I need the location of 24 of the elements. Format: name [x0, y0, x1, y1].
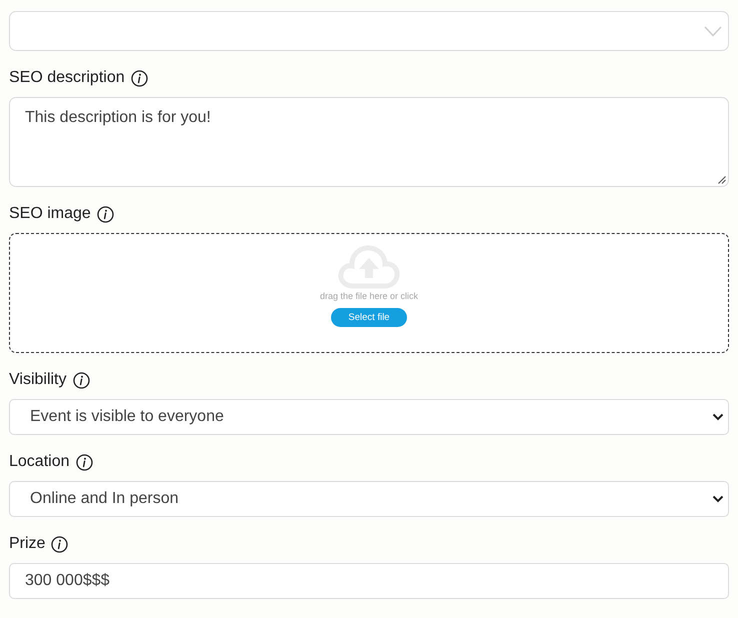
info-icon[interactable] [76, 454, 92, 470]
chevron-down-icon [704, 26, 722, 36]
field-value: 300 000$$$ [25, 571, 110, 591]
resize-handle-icon[interactable] [718, 176, 726, 184]
chevron-down-icon [712, 413, 724, 421]
field-label: Visibility [9, 370, 66, 390]
select-field[interactable]: Event is visible to everyone [9, 399, 729, 435]
prize-field[interactable]: 300 000$$$ [9, 563, 729, 599]
field-label: Location [9, 452, 70, 472]
description-field[interactable]: This description is for you! [9, 97, 729, 187]
field-value: This description is for you! [25, 109, 211, 126]
dropdown-field[interactable] [9, 11, 729, 51]
info-icon[interactable] [72, 372, 90, 388]
field-label: SEO description [9, 68, 125, 88]
chevron-down-icon [712, 495, 724, 503]
upload-hint: drag the file here or click [320, 290, 418, 302]
select-field[interactable]: Online and In person [9, 481, 729, 517]
field-label: Prize [9, 534, 46, 554]
info-icon[interactable] [130, 70, 148, 86]
field-label: SEO image [9, 204, 91, 224]
info-icon[interactable] [51, 536, 68, 552]
selected-option: Online and In person [30, 487, 179, 511]
selected-option: Event is visible to everyone [30, 405, 224, 429]
info-icon[interactable] [96, 206, 114, 222]
